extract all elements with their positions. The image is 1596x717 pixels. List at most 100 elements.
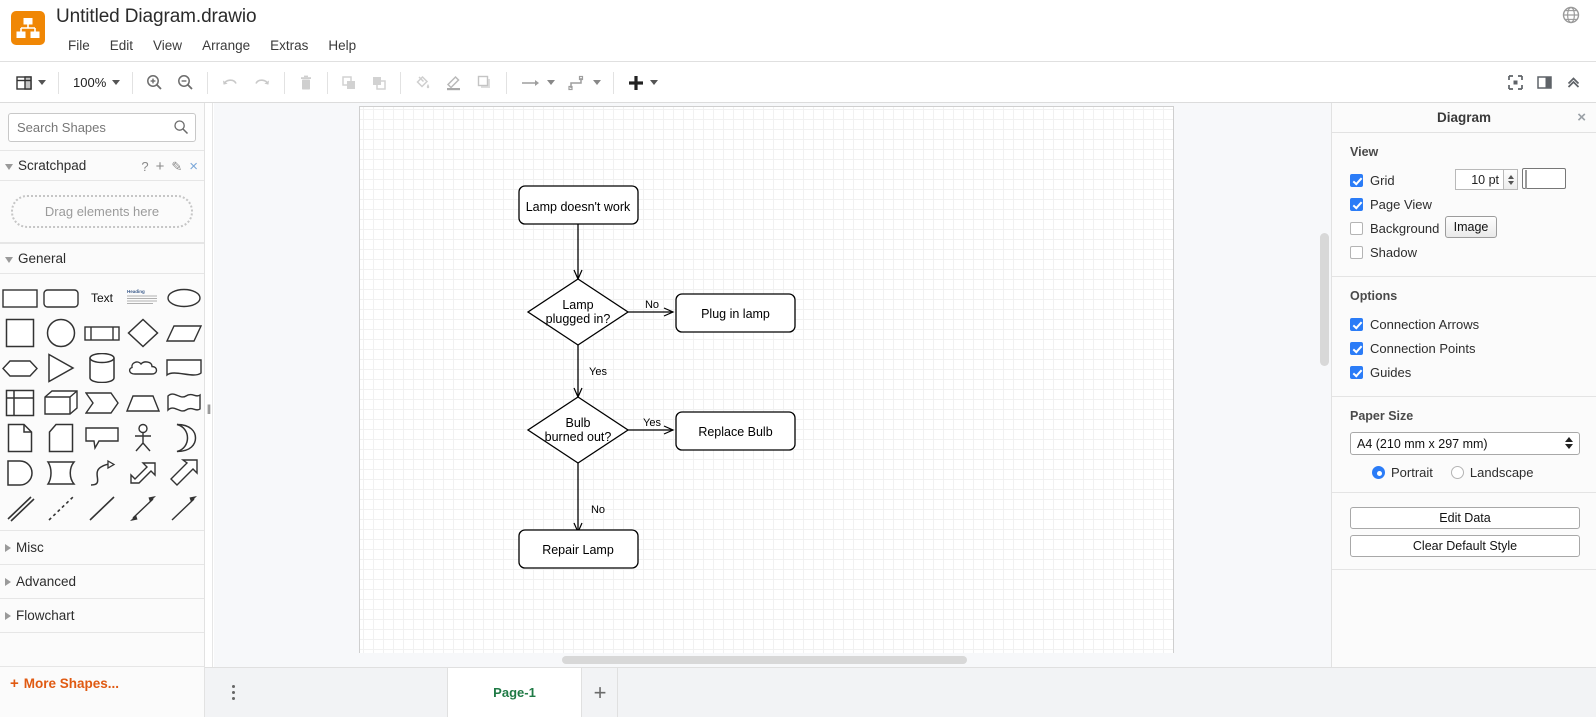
portrait-radio[interactable]	[1372, 466, 1385, 479]
add-page-button[interactable]: +	[583, 668, 618, 717]
page-tab-page-1[interactable]: Page-1	[447, 668, 582, 717]
search-icon[interactable]	[173, 119, 189, 135]
shape-cube[interactable]	[42, 387, 80, 419]
shape-cloud[interactable]	[124, 352, 162, 384]
zoom-level-button[interactable]: 100%	[67, 68, 124, 98]
canvas-horizontal-scrollbar[interactable]	[214, 653, 1332, 667]
redo-button[interactable]	[248, 68, 276, 98]
shape-triangle[interactable]	[42, 352, 80, 384]
node-repair-lamp[interactable]: Repair Lamp	[518, 529, 639, 569]
search-input[interactable]	[9, 114, 195, 141]
shape-hexagon[interactable]	[1, 352, 39, 384]
horizontal-scroll-thumb[interactable]	[562, 656, 967, 664]
sidebar-section-advanced[interactable]: Advanced	[0, 565, 204, 599]
shape-textbox[interactable]: Heading	[124, 282, 162, 314]
stepper-up-icon[interactable]	[1507, 174, 1514, 179]
search-box[interactable]	[8, 113, 196, 142]
shape-process[interactable]	[83, 317, 121, 349]
guides-checkbox[interactable]	[1350, 365, 1363, 379]
sidebar-section-misc[interactable]: Misc	[0, 531, 204, 565]
shape-rhombus[interactable]	[124, 317, 162, 349]
shape-block-arrow[interactable]	[165, 457, 203, 489]
shape-rectangle[interactable]	[1, 282, 39, 314]
menu-extras[interactable]: Extras	[260, 36, 318, 55]
close-icon[interactable]: ×	[189, 159, 198, 174]
background-checkbox[interactable]	[1350, 221, 1363, 235]
stepper-down-icon[interactable]	[1507, 180, 1514, 185]
bring-to-front-button[interactable]	[336, 68, 362, 98]
connection-arrows-checkbox[interactable]	[1350, 317, 1363, 331]
landscape-radio[interactable]	[1450, 466, 1464, 479]
line-color-button[interactable]	[440, 68, 467, 98]
shape-circle[interactable]	[42, 317, 80, 349]
shape-curved-arrow[interactable]	[83, 457, 121, 489]
scratchpad-header[interactable]: Scratchpad ? + ✎ ×	[0, 150, 204, 181]
page-menu-dots-icon[interactable]	[220, 668, 246, 717]
add-icon[interactable]: +	[156, 159, 165, 174]
shape-directional-arrow[interactable]	[165, 492, 203, 524]
connection-points-checkbox[interactable]	[1350, 341, 1363, 355]
node-lamp-plugged-in[interactable]: Lamp plugged in?	[526, 278, 630, 346]
shape-line[interactable]	[83, 492, 121, 524]
shape-callout[interactable]	[83, 422, 121, 454]
help-icon[interactable]: ?	[141, 160, 148, 173]
shape-delay[interactable]	[1, 457, 39, 489]
toggle-format-panel-button[interactable]	[1532, 68, 1557, 98]
collapse-toolbar-button[interactable]	[1561, 68, 1586, 98]
clear-default-style-button[interactable]: Clear Default Style	[1350, 535, 1580, 557]
edit-pencil-icon[interactable]: ✎	[171, 160, 182, 173]
menu-edit[interactable]: Edit	[100, 36, 143, 55]
menu-file[interactable]: File	[58, 36, 100, 55]
grid-color-swatch[interactable]	[1522, 168, 1566, 189]
shape-parallelogram[interactable]	[165, 317, 203, 349]
shape-tape[interactable]	[165, 387, 203, 419]
node-bulb-burned-out[interactable]: Bulb burned out?	[526, 396, 630, 464]
shape-double-line[interactable]	[1, 492, 39, 524]
edit-data-button[interactable]: Edit Data	[1350, 507, 1580, 529]
grid-checkbox[interactable]	[1350, 173, 1363, 187]
shape-actor[interactable]	[124, 422, 162, 454]
node-replace-bulb[interactable]: Replace Bulb	[675, 411, 796, 451]
node-plug-in-lamp[interactable]: Plug in lamp	[675, 293, 796, 333]
shape-ellipse[interactable]	[165, 282, 203, 314]
shape-cylinder[interactable]	[83, 352, 121, 384]
shape-step[interactable]	[83, 387, 121, 419]
undo-button[interactable]	[216, 68, 244, 98]
send-to-back-button[interactable]	[366, 68, 392, 98]
insert-shape-button[interactable]	[622, 68, 662, 98]
node-lamp-doesnt-work[interactable]: Lamp doesn't work	[518, 185, 639, 225]
scratchpad-drop-zone[interactable]: Drag elements here	[11, 195, 193, 228]
zoom-out-button[interactable]	[172, 68, 199, 98]
view-layers-button[interactable]	[10, 68, 50, 98]
shape-or-moon[interactable]	[165, 422, 203, 454]
flowchart-graph[interactable]: Lamp doesn't work Lamp plugged in? Plug …	[360, 107, 1175, 658]
sidebar-splitter[interactable]: ||	[205, 103, 213, 717]
diagram-canvas[interactable]: Lamp doesn't work Lamp plugged in? Plug …	[214, 103, 1332, 667]
diagram-page[interactable]: Lamp doesn't work Lamp plugged in? Plug …	[359, 106, 1174, 657]
delete-button[interactable]	[293, 68, 319, 98]
grid-size-input[interactable]	[1455, 169, 1503, 190]
paper-size-select[interactable]: A4 (210 mm x 297 mm)	[1350, 432, 1580, 455]
shape-card[interactable]	[42, 422, 80, 454]
section-general-header[interactable]: General	[0, 243, 204, 274]
fill-color-button[interactable]	[409, 68, 436, 98]
shape-display[interactable]	[42, 457, 80, 489]
shape-dashed-line[interactable]	[42, 492, 80, 524]
close-panel-icon[interactable]: ×	[1577, 110, 1586, 125]
shape-bidirectional-block-arrow[interactable]	[124, 457, 162, 489]
shape-internal-storage[interactable]	[1, 387, 39, 419]
zoom-in-button[interactable]	[141, 68, 168, 98]
menu-help[interactable]: Help	[318, 36, 366, 55]
shadow-button[interactable]	[471, 68, 498, 98]
waypoints-arrow-button[interactable]	[515, 68, 559, 98]
fullscreen-button[interactable]	[1503, 68, 1528, 98]
shape-square[interactable]	[1, 317, 39, 349]
shape-rounded-rectangle[interactable]	[42, 282, 80, 314]
shadow-checkbox[interactable]	[1350, 245, 1363, 259]
shape-bidirectional-arrow[interactable]	[124, 492, 162, 524]
globe-language-icon[interactable]	[1561, 5, 1581, 25]
more-shapes-button[interactable]: + More Shapes...	[0, 667, 204, 699]
edge-style-button[interactable]	[563, 68, 605, 98]
shape-trapezoid[interactable]	[124, 387, 162, 419]
page-view-checkbox[interactable]	[1350, 197, 1363, 211]
